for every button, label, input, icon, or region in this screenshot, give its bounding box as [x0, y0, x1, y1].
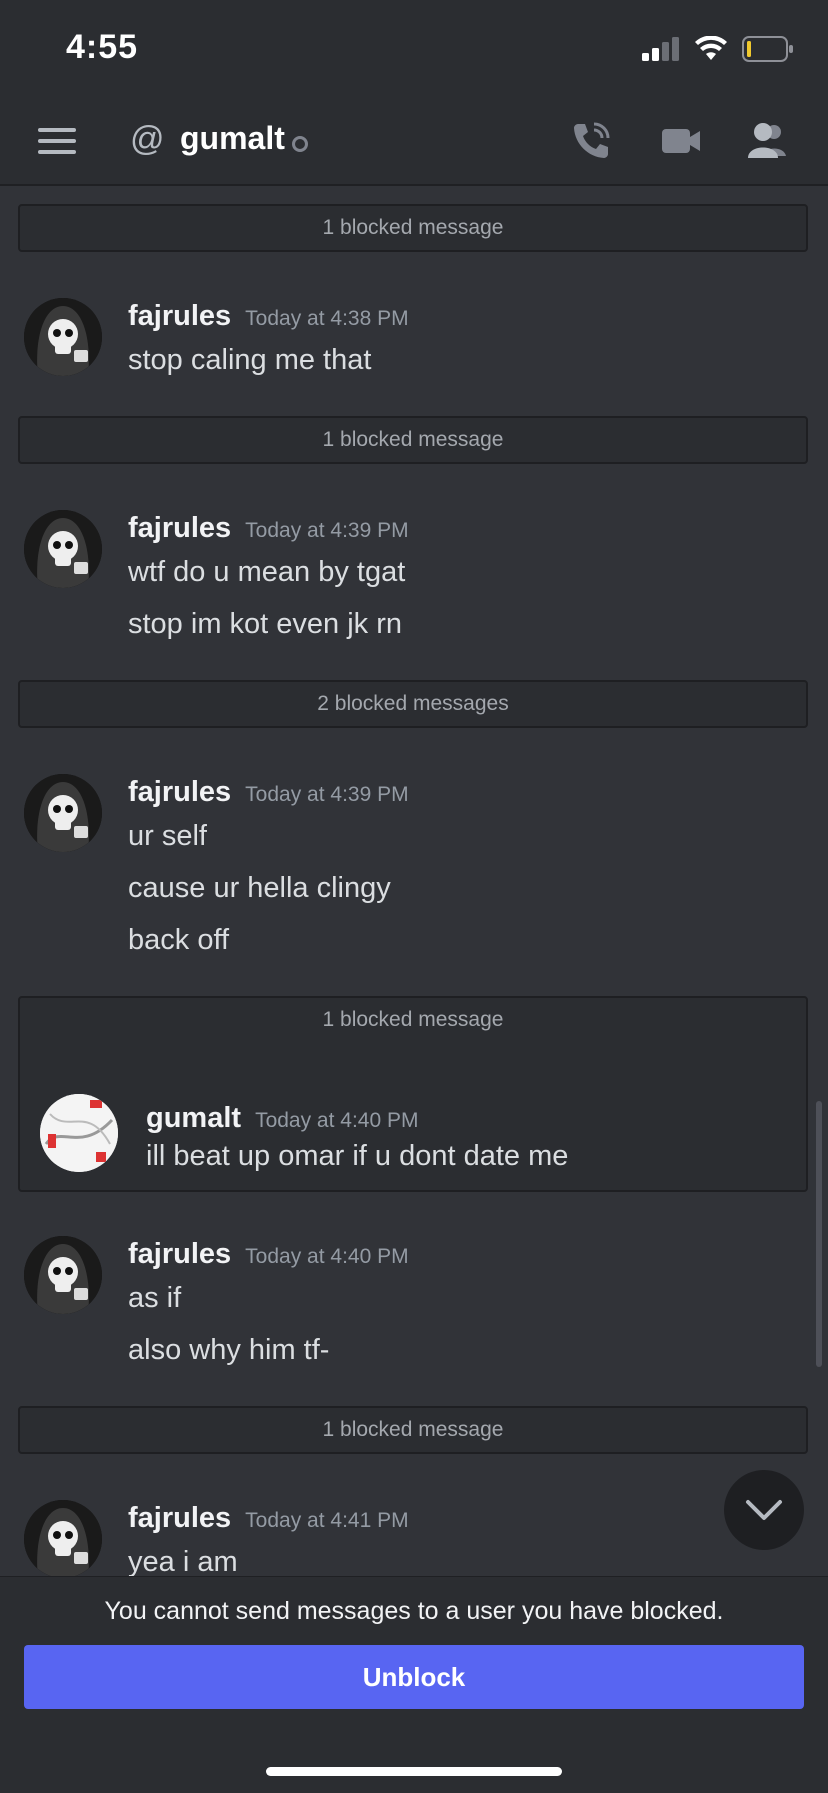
- blocked-message-bar[interactable]: 2 blocked messages: [18, 680, 808, 728]
- skull-avatar-icon: [24, 774, 102, 852]
- timestamp: Today at 4:40 PM: [255, 1109, 419, 1132]
- timestamp: Today at 4:39 PM: [245, 783, 409, 806]
- avatar[interactable]: [24, 1236, 102, 1314]
- skull-avatar-icon: [24, 298, 102, 376]
- status-bar: 4:55: [0, 0, 828, 100]
- video-icon[interactable]: [660, 120, 702, 162]
- blocked-message-bar[interactable]: 1 blocked message: [18, 416, 808, 464]
- message-text[interactable]: as if: [128, 1282, 181, 1315]
- timestamp: Today at 4:38 PM: [245, 307, 409, 330]
- blocked-notice: You cannot send messages to a user you h…: [104, 1597, 724, 1625]
- status-time: 4:55: [66, 28, 139, 66]
- blocked-message-bar[interactable]: 1 blocked message: [18, 204, 808, 252]
- message-text[interactable]: ill beat up omar if u dont date me: [146, 1140, 568, 1173]
- menu-icon[interactable]: [38, 126, 76, 156]
- sketch-avatar-icon: [40, 1094, 118, 1172]
- author-name[interactable]: gumalt: [146, 1102, 241, 1134]
- author-name[interactable]: fajrules: [128, 1238, 231, 1270]
- avatar[interactable]: [24, 510, 102, 588]
- skull-avatar-icon: [24, 1236, 102, 1314]
- message-text[interactable]: back off: [128, 924, 229, 957]
- timestamp: Today at 4:40 PM: [245, 1245, 409, 1268]
- message-header: fajrules Today at 4:38 PM: [128, 300, 409, 333]
- expanded-blocked-message[interactable]: 1 blocked message gumalt Today at 4:40 PM…: [18, 996, 808, 1192]
- author-name[interactable]: fajrules: [128, 776, 231, 808]
- offline-status-indicator: [292, 136, 308, 152]
- author-name[interactable]: fajrules: [128, 512, 231, 544]
- avatar[interactable]: [24, 298, 102, 376]
- message-text[interactable]: stop im kot even jk rn: [128, 608, 402, 641]
- message-header: gumalt Today at 4:40 PM: [146, 1096, 419, 1143]
- avatar[interactable]: [24, 1500, 102, 1576]
- channel-header: @ gumalt: [0, 100, 828, 186]
- message-header: fajrules Today at 4:40 PM: [128, 1238, 409, 1271]
- avatar[interactable]: [24, 774, 102, 852]
- skull-avatar-icon: [24, 1500, 102, 1576]
- message-text[interactable]: yea i am: [128, 1546, 238, 1576]
- jump-to-latest-button[interactable]: [724, 1470, 804, 1550]
- battery-icon: [742, 36, 793, 62]
- members-icon[interactable]: [746, 120, 790, 162]
- unblock-button[interactable]: Unblock: [24, 1645, 804, 1709]
- chevron-down-icon: [746, 1500, 782, 1520]
- blocked-composer: You cannot send messages to a user you h…: [0, 1576, 828, 1793]
- avatar[interactable]: [40, 1094, 118, 1172]
- dm-at-icon: @: [130, 120, 165, 158]
- message-text[interactable]: ur self: [128, 820, 207, 853]
- skull-avatar-icon: [24, 510, 102, 588]
- message-text[interactable]: also why him tf-: [128, 1334, 329, 1367]
- timestamp: Today at 4:39 PM: [245, 519, 409, 542]
- status-icons: [642, 36, 794, 62]
- timestamp: Today at 4:41 PM: [245, 1509, 409, 1532]
- message-text[interactable]: wtf do u mean by tgat: [128, 556, 405, 589]
- blocked-message-bar[interactable]: 1 blocked message: [18, 1406, 808, 1454]
- message-text[interactable]: cause ur hella clingy: [128, 872, 391, 905]
- message-feed[interactable]: 1 blocked message fajrules Today at 4:38 …: [0, 186, 828, 1576]
- scrollbar[interactable]: [816, 1101, 822, 1367]
- channel-title[interactable]: gumalt: [180, 120, 285, 157]
- message-text[interactable]: stop caling me that: [128, 344, 371, 377]
- message-header: fajrules Today at 4:41 PM: [128, 1502, 409, 1535]
- blocked-message-label[interactable]: 1 blocked message: [20, 998, 806, 1042]
- message-header: fajrules Today at 4:39 PM: [128, 776, 409, 809]
- signal-icon: [642, 37, 679, 61]
- author-name[interactable]: fajrules: [128, 1502, 231, 1534]
- wifi-icon: [695, 36, 727, 60]
- home-indicator[interactable]: [266, 1767, 562, 1776]
- message-header: fajrules Today at 4:39 PM: [128, 512, 409, 545]
- author-name[interactable]: fajrules: [128, 300, 231, 332]
- call-icon[interactable]: [570, 120, 612, 162]
